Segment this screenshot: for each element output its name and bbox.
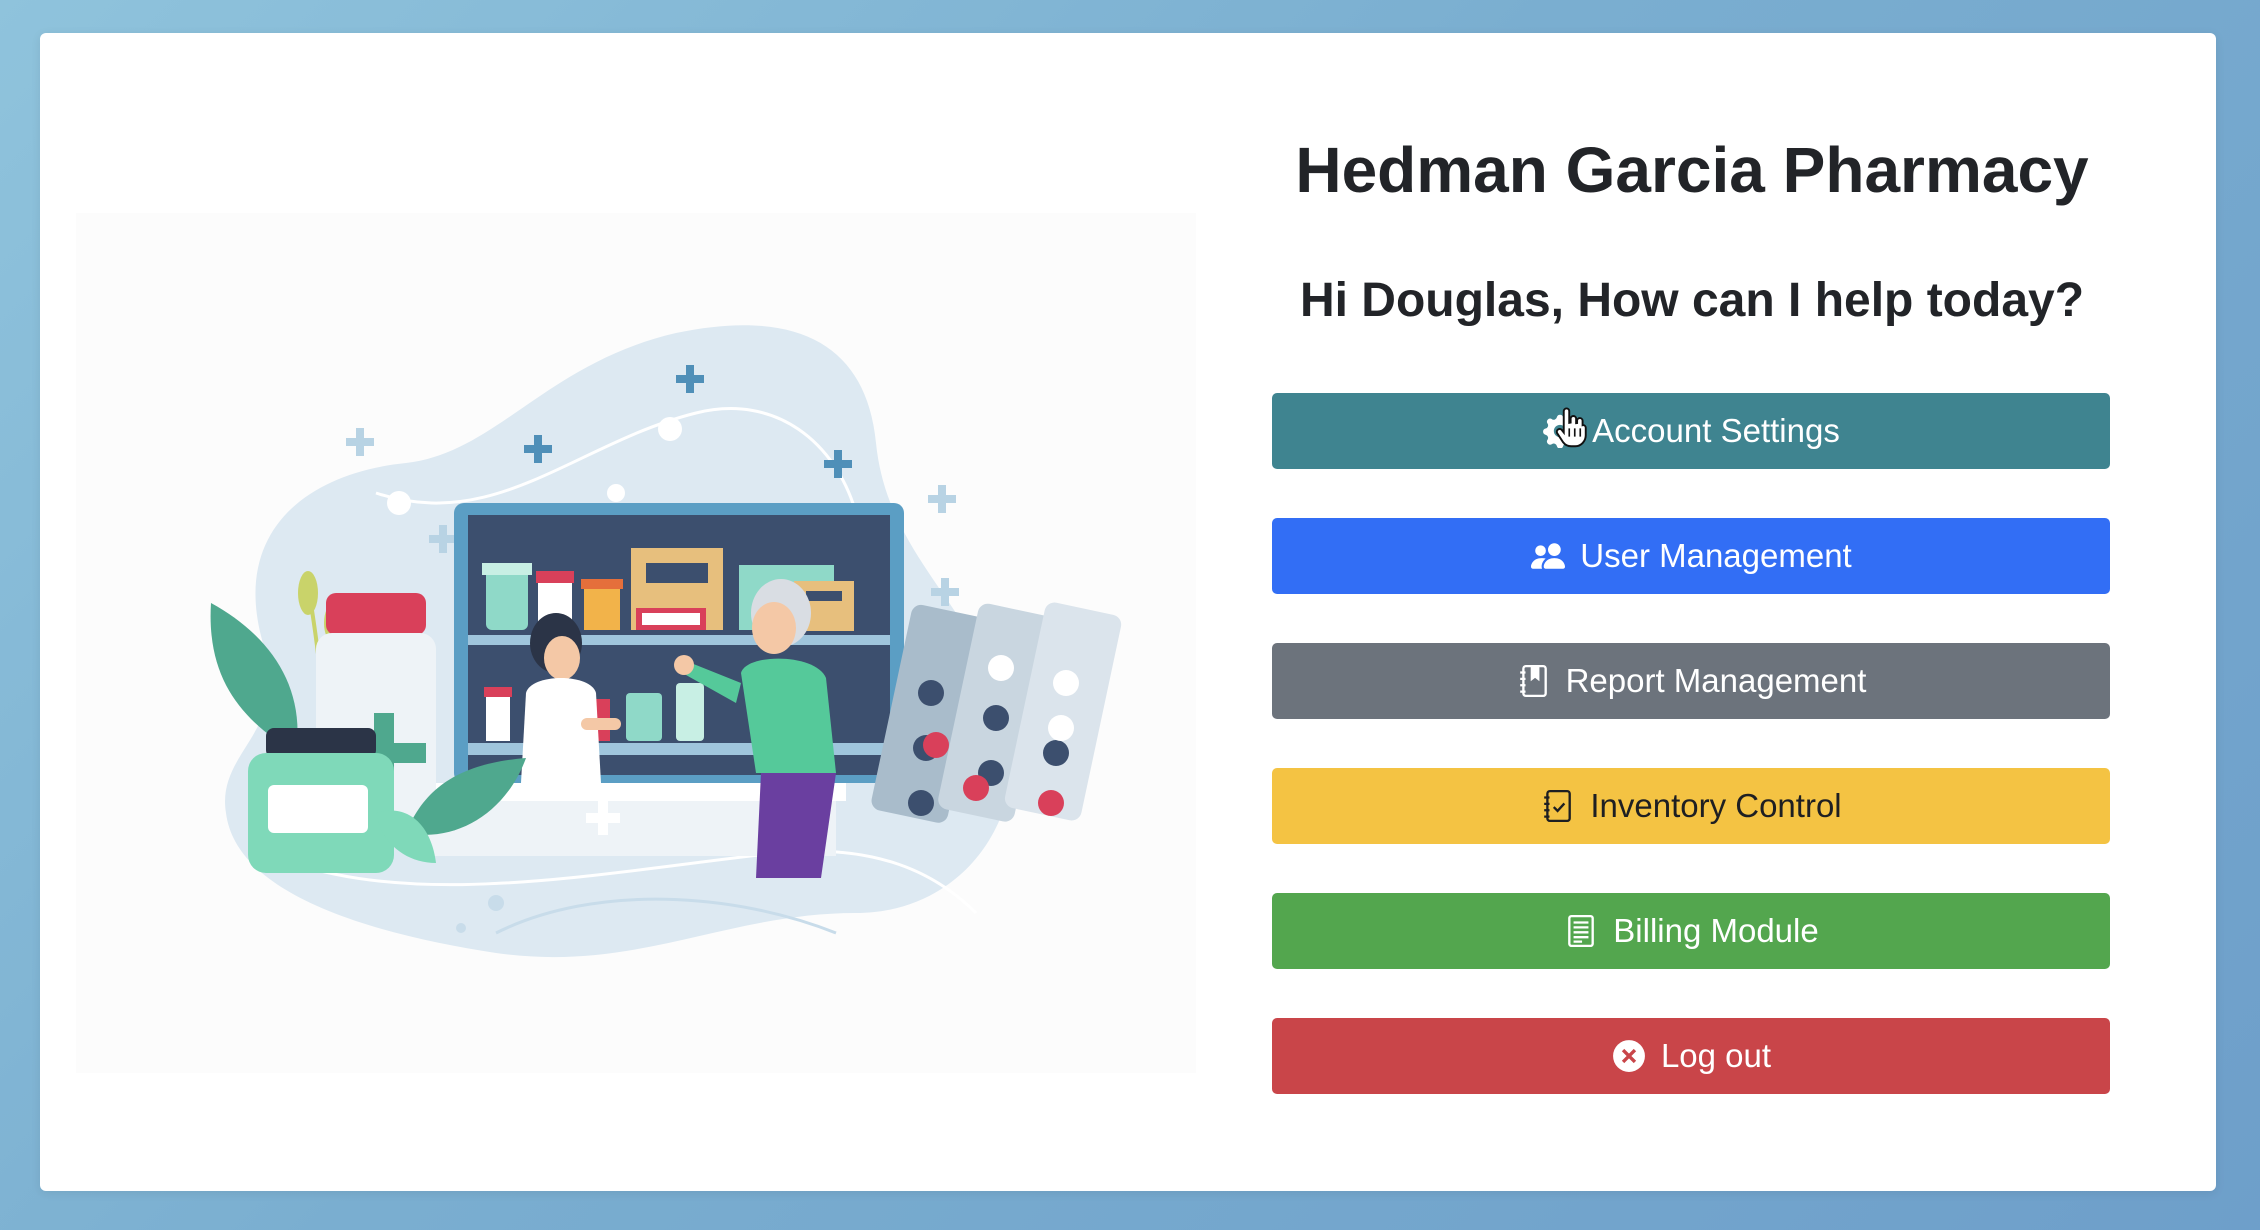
inventory-control-button[interactable]: Inventory Control [1272, 768, 2110, 844]
billing-module-label: Billing Module [1613, 912, 1819, 949]
account-settings-label: Account Settings [1592, 412, 1840, 449]
page-title: Hedman Garcia Pharmacy [1295, 134, 2089, 206]
pharmacy-illustration [76, 213, 1196, 1073]
log-out-label: Log out [1660, 1037, 1772, 1074]
inventory-control-label: Inventory Control [1590, 787, 1842, 824]
main-card: Hedman Garcia Pharmacy Hi Douglas, How c… [40, 33, 2216, 1191]
journal-bookmark-icon [1516, 663, 1552, 699]
clipboard-check-icon [1540, 788, 1576, 824]
pharmacy-scene-image [210, 325, 1122, 958]
gear-icon [1542, 413, 1578, 449]
user-management-label: User Management [1580, 537, 1852, 574]
greeting-text: Hi Douglas, How can I help today? [1299, 274, 2085, 327]
report-management-button[interactable]: Report Management [1272, 643, 2110, 719]
log-out-button[interactable]: Log out [1272, 1018, 2110, 1094]
receipt-icon [1563, 913, 1599, 949]
people-icon [1530, 538, 1566, 574]
user-management-button[interactable]: User Management [1272, 518, 2110, 594]
account-settings-button[interactable]: Account Settings [1272, 393, 2110, 469]
x-circle-icon [1611, 1038, 1647, 1074]
billing-module-button[interactable]: Billing Module [1272, 893, 2110, 969]
report-management-label: Report Management [1565, 662, 1867, 699]
